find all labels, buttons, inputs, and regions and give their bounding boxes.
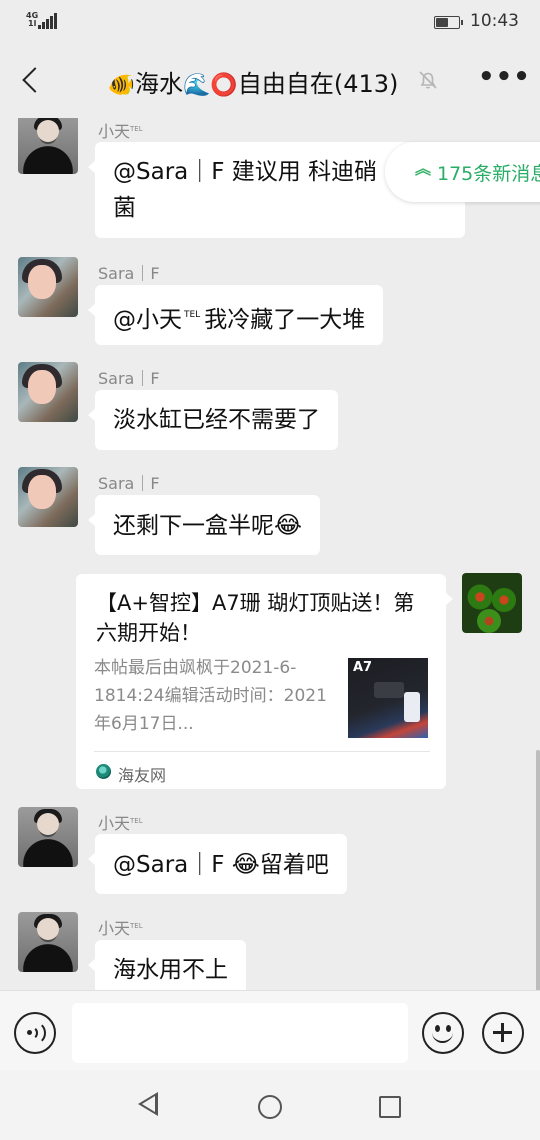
nav-back-icon[interactable] bbox=[138, 1092, 158, 1116]
sender-name: Sara｜F bbox=[98, 474, 160, 493]
bell-off-icon bbox=[419, 71, 437, 89]
title-part1: 海水 bbox=[135, 70, 184, 98]
new-messages-button[interactable]: ︽ 175条新消息 bbox=[385, 142, 540, 202]
nav-home-icon[interactable] bbox=[258, 1095, 282, 1119]
link-card-description: 本帖最后由飒枫于2021-6-1814:24编辑活动时间：2021年6月17日.… bbox=[94, 658, 327, 734]
title-part2: 自由自在 bbox=[237, 70, 334, 98]
avatar[interactable] bbox=[18, 807, 78, 867]
message-text: 还剩下一盒半呢 bbox=[113, 513, 274, 539]
message-bubble[interactable]: @小天 TEL 我冷藏了一大堆 bbox=[87, 285, 384, 345]
source-logo-icon bbox=[96, 764, 111, 779]
message-list[interactable]: 小天TEL @Sara｜F 建议用 科迪硝 菌 ︽ 175条新消息 Sara｜F… bbox=[0, 118, 540, 990]
wave-emoji: 🌊⭕ bbox=[183, 73, 238, 98]
scrollbar[interactable] bbox=[536, 750, 540, 990]
laugh-emoji: 😂 bbox=[274, 511, 303, 539]
message-text: 海水用不上 bbox=[113, 957, 228, 983]
thumbnail-label: A7 bbox=[353, 660, 373, 675]
sender-name: Sara｜F bbox=[98, 264, 160, 283]
more-dots-icon[interactable]: ••• bbox=[478, 64, 530, 96]
nav-recents-icon[interactable] bbox=[379, 1096, 401, 1118]
new-messages-label: 175条新消息 bbox=[437, 163, 540, 185]
link-card[interactable]: 【A+智控】A7珊 瑚灯顶贴送！第六期开始！ 本帖最后由飒枫于2021-6-18… bbox=[76, 574, 453, 789]
double-chevron-up-icon: ︽ bbox=[415, 159, 432, 178]
link-card-thumbnail: A7 bbox=[348, 658, 428, 738]
sender-name: 小天TEL bbox=[98, 919, 143, 938]
message-text: 淡水缸已经不需要了 bbox=[113, 407, 320, 433]
voice-icon[interactable] bbox=[14, 1012, 56, 1054]
link-card-title: 【A+智控】A7珊 瑚灯顶贴送！第六期开始！ bbox=[96, 591, 415, 645]
message-bubble[interactable]: 海水用不上 bbox=[88, 940, 246, 990]
message-mention: @小天 bbox=[113, 307, 182, 333]
member-count: (413) bbox=[333, 70, 399, 98]
plus-circle-icon[interactable] bbox=[482, 1012, 524, 1054]
message-bubble[interactable]: @Sara｜F 😂留着吧 bbox=[88, 834, 347, 894]
avatar[interactable] bbox=[18, 257, 78, 317]
network-subtype: 1l bbox=[28, 19, 37, 28]
system-nav-bar bbox=[0, 1070, 540, 1140]
message-bubble[interactable]: 淡水缸已经不需要了 bbox=[88, 390, 338, 450]
chat-title: 🐠海水🌊⭕自由自在(413) bbox=[0, 64, 540, 99]
divider bbox=[94, 751, 430, 752]
avatar[interactable] bbox=[18, 362, 78, 422]
battery-icon bbox=[434, 16, 463, 29]
sender-name: 小天TEL bbox=[98, 814, 143, 833]
emoji-smile-icon[interactable] bbox=[422, 1012, 464, 1054]
signal-icon bbox=[38, 13, 58, 29]
link-card-source: 海友网 bbox=[118, 766, 167, 785]
input-bar bbox=[0, 990, 540, 1070]
avatar-self[interactable] bbox=[462, 573, 522, 633]
sender-name: 小天TEL bbox=[98, 122, 143, 141]
fish-emoji: 🐠 bbox=[107, 73, 136, 98]
message-input[interactable] bbox=[72, 1003, 408, 1063]
avatar[interactable] bbox=[18, 118, 78, 174]
chat-header: 🐠海水🌊⭕自由自在(413) ••• bbox=[0, 44, 540, 118]
sender-name: Sara｜F bbox=[98, 369, 160, 388]
avatar[interactable] bbox=[18, 912, 78, 972]
message-text-after: 留着吧 bbox=[259, 852, 329, 878]
message-text: @Sara｜F bbox=[113, 852, 232, 878]
network-indicator: 4G 1l bbox=[26, 12, 38, 28]
status-bar: 4G 1l 10:43 bbox=[0, 0, 540, 44]
mention-tag: TEL bbox=[184, 310, 201, 320]
laugh-emoji: 😂 bbox=[231, 850, 260, 878]
message-text: 我冷藏了一大堆 bbox=[204, 307, 366, 333]
status-time: 10:43 bbox=[470, 11, 519, 31]
message-bubble[interactable]: 还剩下一盒半呢😂 bbox=[87, 495, 321, 555]
avatar[interactable] bbox=[18, 467, 78, 527]
